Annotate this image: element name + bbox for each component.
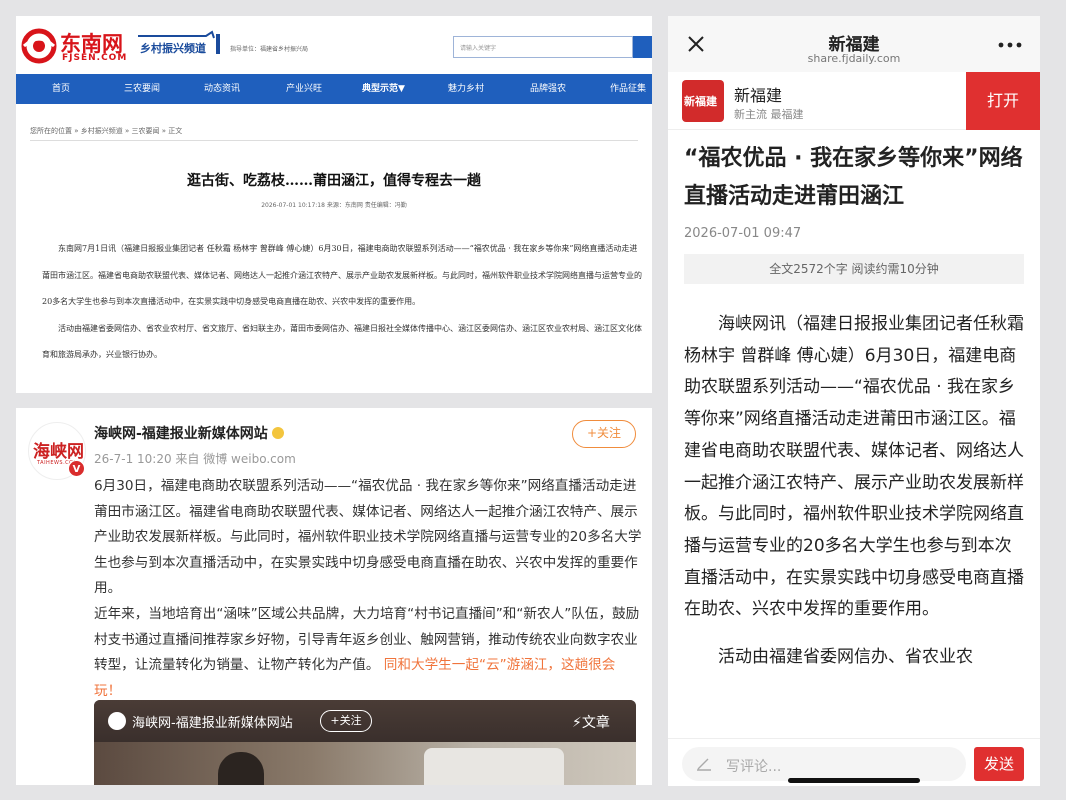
fjsen-logo-icon bbox=[21, 28, 57, 64]
main-nav: 首页 三农要闻 动态资讯 产业兴旺 典型示范▼ 魅力乡村 品牌强农 作品征集 bbox=[16, 74, 652, 104]
app-slogan: 新主流 最福建 bbox=[734, 108, 804, 121]
fjsen-article-panel: 东南网 FJSEN.COM 乡村振兴频道 指导单位：福建省乡村振兴局 请输入关键… bbox=[16, 16, 652, 393]
card-account-name: 海峡网-福建报业新媒体网站 bbox=[132, 716, 293, 731]
article-paragraph: 活动由福建省委网信办、省农业农 bbox=[718, 647, 973, 668]
avatar-logo-text: 海峡网 bbox=[33, 442, 84, 462]
logo-domain: FJSEN.COM bbox=[62, 53, 128, 63]
article-headline: “福农优品 · 我在家乡等你来”网络直播活动走进莆田涵江 bbox=[684, 146, 1023, 209]
breadcrumb-divider bbox=[30, 140, 638, 141]
app-download-banner: 新福建 新福建 新主流 最福建 打开 bbox=[668, 72, 1040, 130]
send-button[interactable]: 发送 bbox=[974, 747, 1024, 781]
home-indicator[interactable] bbox=[788, 778, 920, 783]
follow-button[interactable]: +关注 bbox=[572, 420, 636, 448]
article-title: 逛古街、吃荔枝……莆田涵江，值得专程去一趟 bbox=[187, 173, 481, 189]
nav-item-works[interactable]: 作品征集 bbox=[610, 74, 646, 104]
nav-item-news[interactable]: 三农要闻 bbox=[124, 74, 160, 104]
post-meta: 26-7-1 10:20 来自 微博 weibo.com bbox=[94, 452, 296, 466]
weibo-post-panel: 海峡网 TAIHEWS.COM V 海峡网-福建报业新媒体网站 26-7-1 1… bbox=[16, 408, 652, 785]
browser-topbar: 新福建 share.fjdaily.com bbox=[668, 16, 1040, 72]
pen-icon bbox=[697, 758, 711, 771]
site-header: 东南网 FJSEN.COM 乡村振兴频道 指导单位：福建省乡村振兴局 请输入关键… bbox=[16, 16, 652, 74]
article-date: 2026-07-01 09:47 bbox=[684, 226, 802, 241]
app-name: 新福建 bbox=[734, 86, 783, 105]
search-input[interactable]: 请输入关键字 bbox=[453, 36, 633, 58]
fjsen-logo[interactable]: 东南网 FJSEN.COM bbox=[20, 26, 140, 66]
post-paragraph: 近年来，当地培育出“涵味”区域公共品牌，大力培育“村书记直播间”和“新农人”队伍… bbox=[94, 602, 642, 704]
nav-item-updates[interactable]: 动态资讯 bbox=[204, 74, 240, 104]
article-paragraph: 活动由福建省委网信办、省农业农村厅、省文旅厅、省妇联主办，莆田市委网信办、福建日… bbox=[42, 323, 642, 360]
article-paragraph: 海峡网讯（福建日报报业集团记者任秋霜 杨林宇 曾群峰 傅心婕）6月30日，福建电… bbox=[684, 314, 1024, 620]
sun-badge-icon bbox=[271, 427, 284, 439]
article-card[interactable]: 海峡网-福建报业新媒体网站 +关注 ⚡文章 bbox=[94, 700, 636, 785]
channel-logo[interactable]: 乡村振兴频道 bbox=[136, 30, 222, 60]
breadcrumb[interactable]: 您所在的位置 » 乡村振兴频道 » 三农要闻 » 正文 bbox=[30, 126, 182, 136]
mobile-article-panel: 新福建 share.fjdaily.com 新福建 新福建 新主流 最福建 打开… bbox=[668, 16, 1040, 786]
reading-stats: 全文2572个字 阅读约需10分钟 bbox=[684, 254, 1024, 284]
post-text: 6月30日，福建电商助农联盟系列活动——“福农优品 · 我在家乡等你来”网络直播… bbox=[94, 474, 642, 704]
app-icon: 新福建 bbox=[682, 80, 724, 122]
post-paragraph: 6月30日，福建电商助农联盟系列活动——“福农优品 · 我在家乡等你来”网络直播… bbox=[94, 478, 642, 597]
account-name[interactable]: 海峡网-福建报业新媒体网站 bbox=[94, 423, 284, 443]
app-icon-text: 新福建 bbox=[684, 95, 717, 108]
card-article-tag: ⚡文章 bbox=[572, 715, 610, 731]
comment-input[interactable]: 写评论... bbox=[682, 747, 966, 781]
card-follow-button[interactable]: +关注 bbox=[320, 710, 372, 732]
sponsor-text: 指导单位：福建省乡村振兴局 bbox=[230, 46, 309, 53]
nav-item-brands[interactable]: 品牌强农 bbox=[530, 74, 566, 104]
card-image-vehicle bbox=[424, 748, 564, 785]
channel-name: 乡村振兴频道 bbox=[140, 42, 206, 55]
search-button[interactable] bbox=[633, 36, 652, 58]
nav-item-villages[interactable]: 魅力乡村 bbox=[448, 74, 484, 104]
article-body: 东南网7月1日讯（福建日报报业集团记者 任秋霜 杨林宇 曾群峰 傅心婕）6月30… bbox=[42, 236, 642, 369]
open-app-button[interactable]: 打开 bbox=[966, 72, 1040, 130]
more-icon[interactable] bbox=[998, 42, 1022, 48]
card-avatar-icon bbox=[108, 712, 126, 730]
account-name-text: 海峡网-福建报业新媒体网站 bbox=[94, 426, 268, 442]
comment-placeholder: 写评论... bbox=[726, 759, 782, 775]
nav-item-industry[interactable]: 产业兴旺 bbox=[286, 74, 322, 104]
page-url: share.fjdaily.com bbox=[807, 52, 901, 65]
verified-icon: V bbox=[68, 460, 85, 477]
nav-item-demo[interactable]: 典型示范▼ bbox=[362, 74, 405, 104]
nav-item-home[interactable]: 首页 bbox=[52, 74, 70, 104]
article-meta: 2026-07-01 10:17:18 来源：东南网 责任编辑：冯勤 bbox=[261, 202, 407, 209]
article-paragraph: 东南网7月1日讯（福建日报报业集团记者 任秋霜 杨林宇 曾群峰 傅心婕）6月30… bbox=[42, 244, 642, 306]
article-body: 海峡网讯（福建日报报业集团记者任秋霜 杨林宇 曾群峰 傅心婕）6月30日，福建电… bbox=[684, 309, 1024, 674]
